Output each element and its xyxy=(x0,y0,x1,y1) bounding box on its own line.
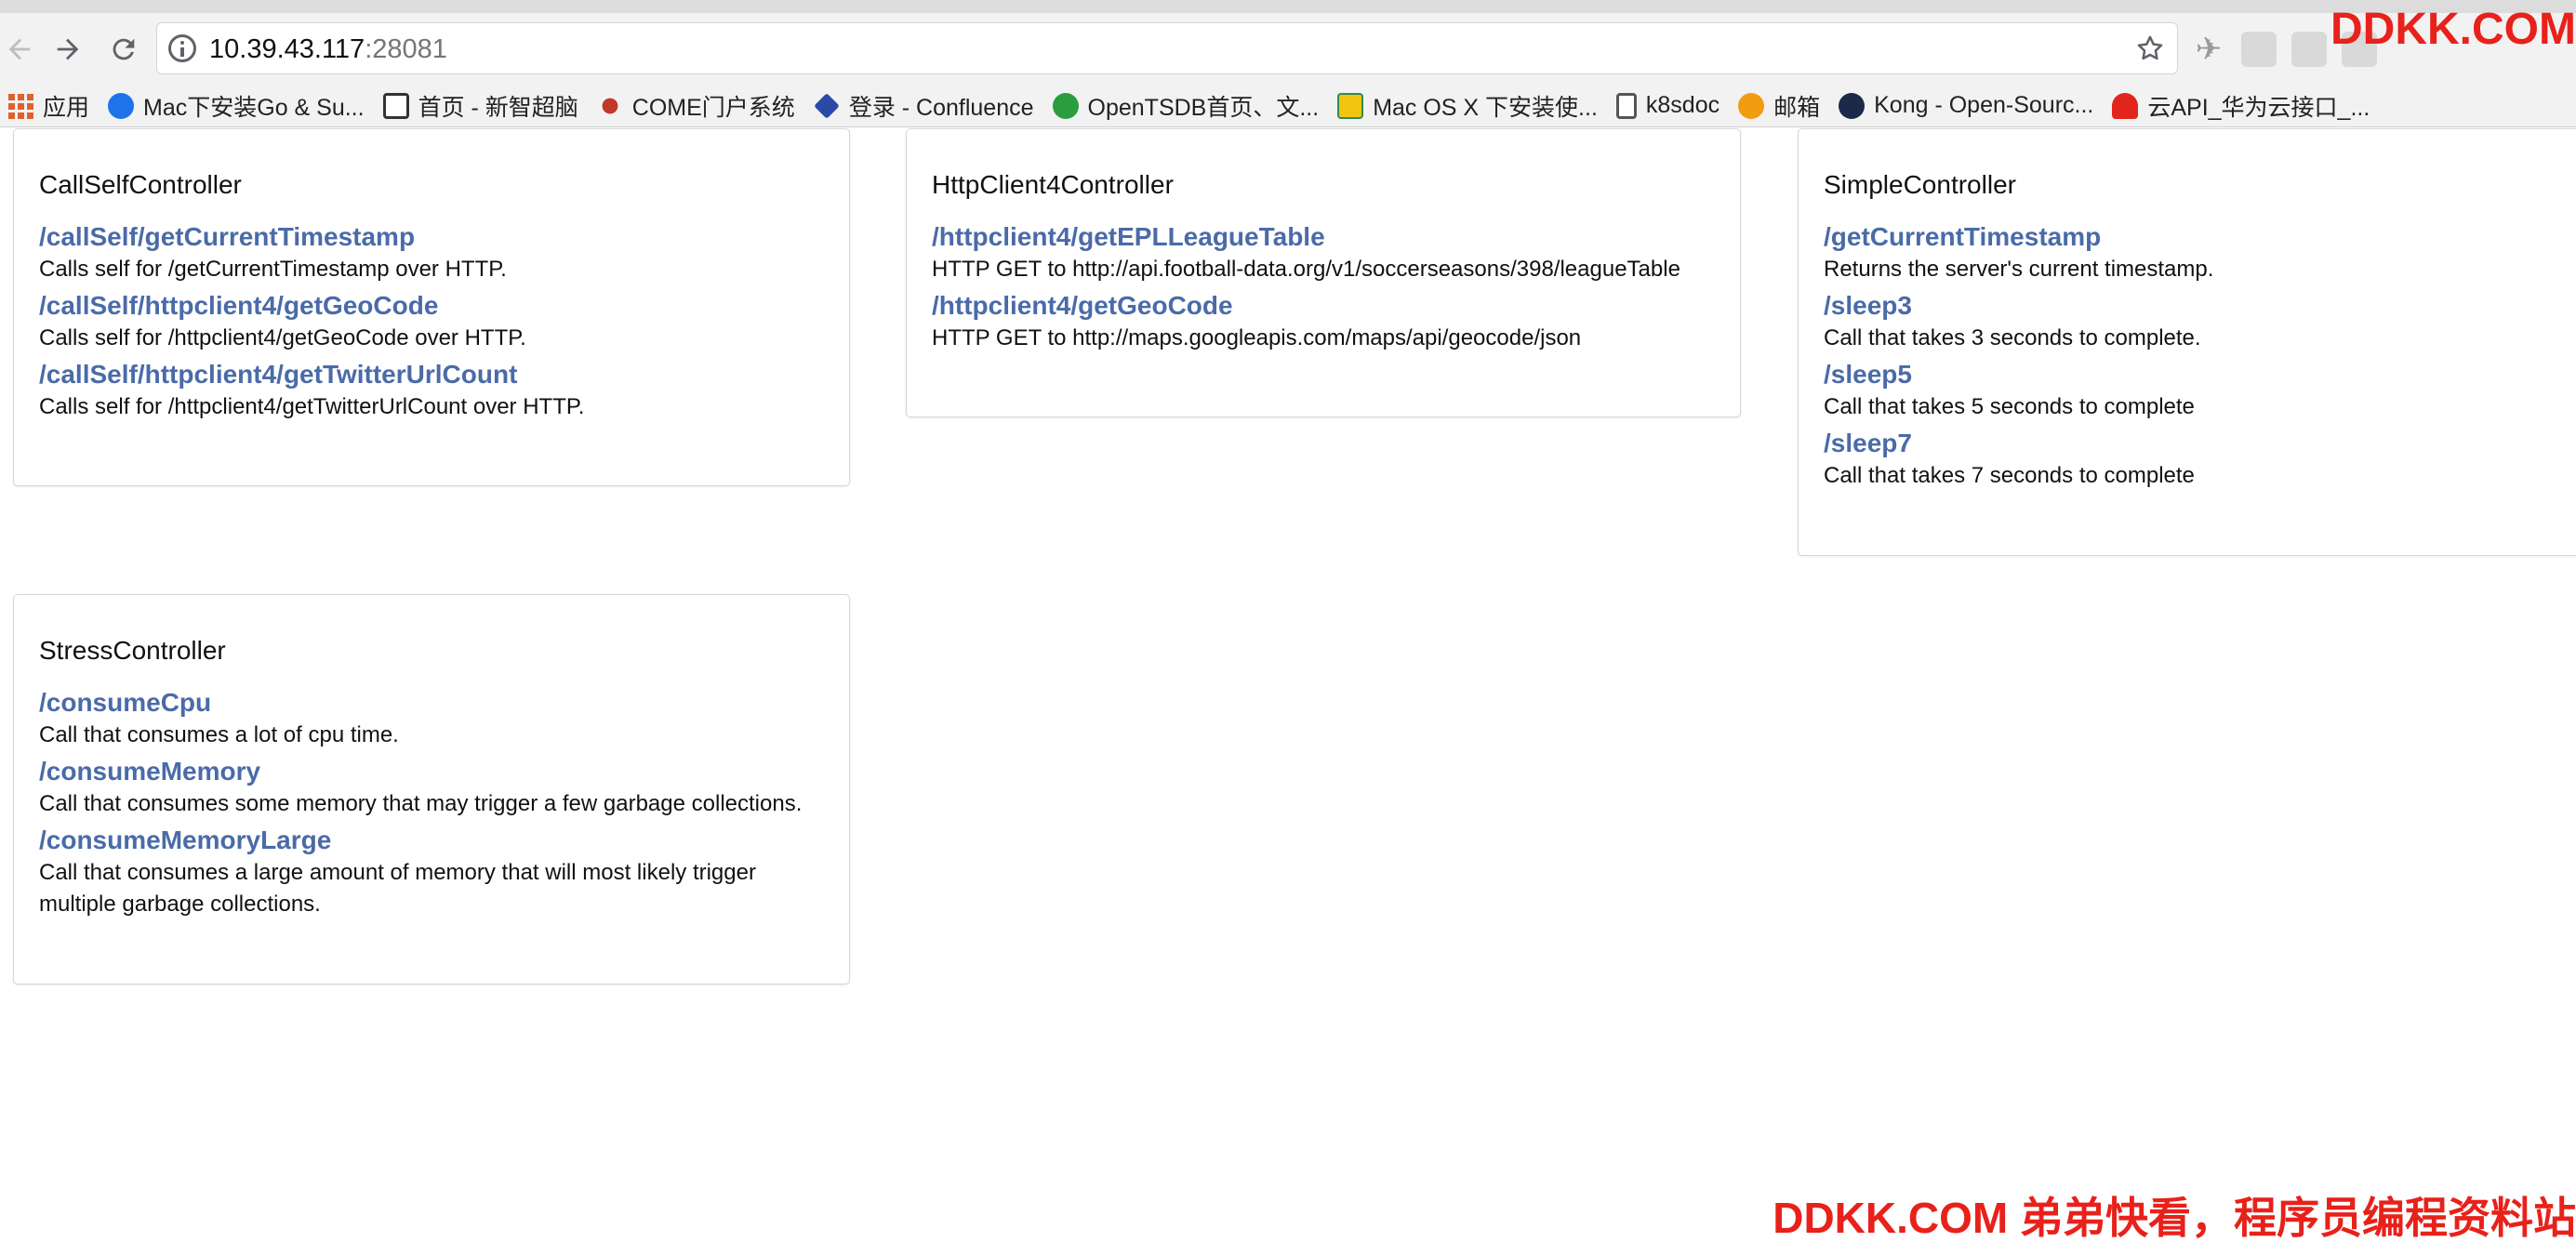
mail-icon xyxy=(1738,92,1765,119)
endpoint-list: /callSelf/getCurrentTimestamp Calls self… xyxy=(39,220,830,427)
bookmark-item[interactable]: OpenTSDB首页、文... xyxy=(1052,89,1320,123)
endpoint-link[interactable]: /callSelf/httpclient4/getTwitterUrlCount xyxy=(39,358,830,391)
plane-extension-icon[interactable]: ✈ xyxy=(2191,32,2226,67)
bookmark-label: 邮箱 xyxy=(1773,94,1821,121)
forward-button[interactable] xyxy=(48,30,87,69)
bookmark-label: 登录 - Confluence xyxy=(848,94,1034,121)
endpoint-description: Call that takes 7 seconds to complete xyxy=(1824,463,2195,488)
endpoint-link[interactable]: /consumeMemory xyxy=(39,755,830,788)
endpoint-description: Calls self for /httpclient4/getTwitterUr… xyxy=(39,394,585,419)
bookmark-item[interactable]: COME门户系统 xyxy=(597,89,795,123)
endpoint-link[interactable]: /getCurrentTimestamp xyxy=(1824,220,2569,254)
controller-card-httpclient4: HttpClient4Controller /httpclient4/getEP… xyxy=(906,128,1741,417)
endpoint-description: Call that consumes a lot of cpu time. xyxy=(39,722,399,747)
controller-card-callself: CallSelfController /callSelf/getCurrentT… xyxy=(13,128,850,486)
endpoint-description: Call that consumes a large amount of mem… xyxy=(39,860,756,917)
endpoint-link[interactable]: /sleep3 xyxy=(1824,289,2569,323)
endpoint-link[interactable]: /sleep7 xyxy=(1824,427,2569,460)
url-port: :28081 xyxy=(365,34,447,64)
endpoint-link[interactable]: /consumeCpu xyxy=(39,686,830,720)
arrow-left-icon xyxy=(8,38,31,60)
endpoint-list: /consumeCpu Call that consumes a lot of … xyxy=(39,686,830,924)
bookmark-label: 应用 xyxy=(43,94,90,121)
file-icon xyxy=(1615,92,1637,119)
come-icon xyxy=(602,98,618,113)
bookmarks-bar: 应用 Mac下安装Go & Su... 首页 - 新智超脑 COME门户系统 登… xyxy=(0,85,2576,127)
url-host: 10.39.43.117 xyxy=(209,34,365,64)
bookmark-label: 首页 - 新智超脑 xyxy=(418,94,578,121)
apps-grid-icon xyxy=(7,93,33,119)
endpoint-link[interactable]: /callSelf/httpclient4/getGeoCode xyxy=(39,289,830,323)
bookmark-item[interactable]: k8sdoc xyxy=(1615,92,1720,119)
bookmark-item[interactable]: 邮箱 xyxy=(1738,89,1820,123)
bookmark-label: 云API_华为云接口_... xyxy=(2147,94,2370,121)
endpoint-description: Call that takes 5 seconds to complete xyxy=(1824,394,2195,419)
card-title: SimpleController xyxy=(1824,170,2016,199)
watermark-bottom: DDKK.COM 弟弟快看，程序员编程资料站 xyxy=(1773,1194,2576,1242)
huawei-icon xyxy=(2112,92,2139,119)
endpoint-description: HTTP GET to http://api.football-data.org… xyxy=(932,257,1680,282)
extension-icon[interactable] xyxy=(2291,32,2327,67)
endpoint-list: /httpclient4/getEPLLeagueTable HTTP GET … xyxy=(932,220,1721,358)
arrow-right-icon xyxy=(57,38,79,60)
tab-strip xyxy=(0,0,2576,13)
endpoint-description: Calls self for /httpclient4/getGeoCode o… xyxy=(39,325,526,350)
reload-button[interactable] xyxy=(104,30,143,69)
site-info-icon[interactable] xyxy=(168,34,196,62)
endpoint-link[interactable]: /callSelf/getCurrentTimestamp xyxy=(39,220,830,254)
chrome-icon xyxy=(108,92,135,119)
bookmark-star-icon[interactable] xyxy=(2134,33,2166,64)
opentsdb-icon xyxy=(1052,92,1079,119)
card-title: CallSelfController xyxy=(39,170,242,199)
url-text[interactable]: 10.39.43.117:28081 xyxy=(209,34,447,65)
endpoint-description: HTTP GET to http://maps.googleapis.com/m… xyxy=(932,325,1582,350)
endpoint-description: Calls self for /getCurrentTimestamp over… xyxy=(39,257,507,282)
reload-icon xyxy=(113,38,135,60)
endpoint-description: Call that consumes some memory that may … xyxy=(39,791,803,816)
bookmark-label: k8sdoc xyxy=(1645,92,1720,118)
controller-card-stress: StressController /consumeCpu Call that c… xyxy=(13,594,850,984)
bookmark-label: Mac OS X 下安装使... xyxy=(1373,94,1598,121)
endpoint-link[interactable]: /consumeMemoryLarge xyxy=(39,824,830,857)
bookmark-item[interactable]: Kong - Open-Sourc... xyxy=(1839,92,2093,119)
bookmark-label: Kong - Open-Sourc... xyxy=(1874,92,2094,118)
kong-icon xyxy=(1839,92,1866,119)
bookmark-item[interactable]: Mac OS X 下安装使... xyxy=(1337,89,1598,123)
bookmark-label: Mac下安装Go & Su... xyxy=(143,94,365,121)
bookmark-item[interactable]: Mac下安装Go & Su... xyxy=(108,89,365,123)
endpoint-link[interactable]: /sleep5 xyxy=(1824,358,2569,391)
bookmark-label: COME门户系统 xyxy=(631,94,795,121)
bookmark-item[interactable]: 登录 - Confluence xyxy=(813,89,1034,123)
endpoint-link[interactable]: /httpclient4/getEPLLeagueTable xyxy=(932,220,1721,254)
confluence-icon xyxy=(813,92,840,119)
address-bar[interactable]: 10.39.43.117:28081 xyxy=(156,22,2178,74)
back-button[interactable] xyxy=(0,30,39,69)
endpoint-list: /getCurrentTimestamp Returns the server'… xyxy=(1824,220,2569,495)
bookmark-item[interactable]: 首页 - 新智超脑 xyxy=(382,89,578,123)
edit-icon xyxy=(382,92,409,119)
endpoint-link[interactable]: /httpclient4/getGeoCode xyxy=(932,289,1721,323)
controller-card-simple: SimpleController /getCurrentTimestamp Re… xyxy=(1798,128,2576,556)
endpoint-description: Call that takes 3 seconds to complete. xyxy=(1824,325,2201,350)
endpoint-description: Returns the server's current timestamp. xyxy=(1824,257,2214,282)
card-title: StressController xyxy=(39,636,226,665)
bookmark-apps[interactable]: 应用 xyxy=(7,89,89,123)
extension-icon[interactable] xyxy=(2241,32,2277,67)
bookmark-item[interactable]: 云API_华为云接口_... xyxy=(2112,89,2370,123)
bookmark-label: OpenTSDB首页、文... xyxy=(1087,94,1320,121)
card-title: HttpClient4Controller xyxy=(932,170,1174,199)
watermark-top: DDKK.COM xyxy=(2330,5,2576,54)
note-icon xyxy=(1337,92,1364,119)
browser-toolbar: 10.39.43.117:28081 ✈ xyxy=(0,13,2576,85)
